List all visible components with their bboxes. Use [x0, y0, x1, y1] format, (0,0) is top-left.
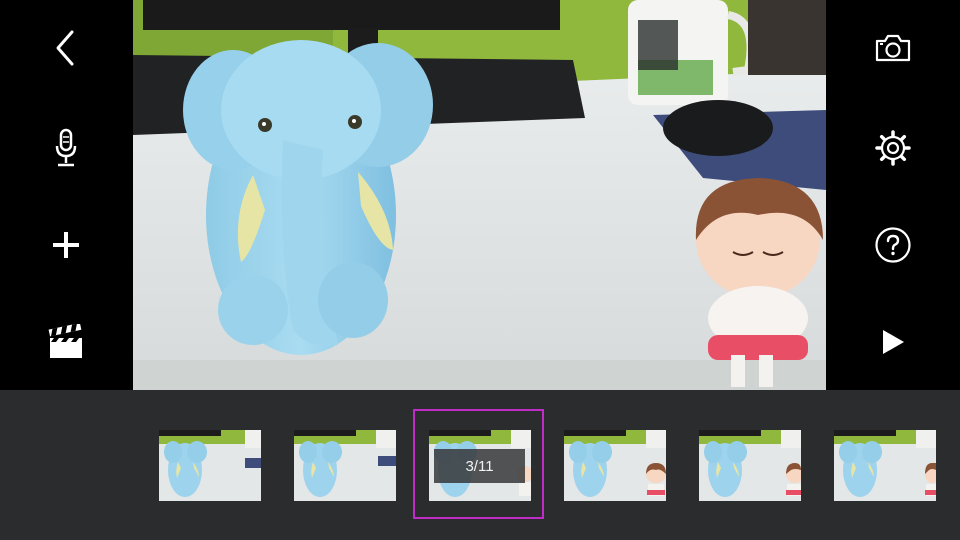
timeline-thumbnail-4[interactable]	[564, 430, 666, 501]
help-button[interactable]	[871, 224, 915, 266]
right-toolbar	[826, 0, 960, 390]
play-button[interactable]	[871, 322, 915, 362]
frame-counter: 3/11	[434, 449, 525, 483]
timeline-thumbnail-5[interactable]	[699, 430, 801, 501]
timeline-thumbnail-2[interactable]	[294, 430, 396, 501]
clapperboard-icon	[48, 324, 82, 358]
thumbnail-image	[564, 430, 666, 501]
thumbnail-image	[294, 430, 396, 501]
thumbnail-image	[699, 430, 801, 501]
help-icon	[875, 227, 911, 263]
microphone-icon	[55, 128, 77, 167]
capture-button[interactable]	[871, 28, 915, 68]
timeline-thumbnail-1[interactable]	[159, 430, 261, 501]
camera-preview[interactable]	[133, 0, 826, 390]
thumbnail-image	[159, 430, 261, 501]
plus-icon	[53, 232, 79, 258]
chevron-left-icon	[56, 30, 74, 66]
clapperboard-button[interactable]	[46, 322, 86, 362]
left-toolbar	[0, 0, 133, 390]
settings-button[interactable]	[871, 126, 915, 170]
gear-icon	[875, 130, 911, 166]
play-icon	[883, 330, 904, 354]
timeline-thumbnail-6[interactable]	[834, 430, 936, 501]
record-audio-button[interactable]	[46, 126, 86, 170]
thumbnail-image	[834, 430, 936, 501]
preview-image	[133, 0, 826, 390]
back-button[interactable]	[46, 28, 86, 68]
add-button[interactable]	[46, 225, 86, 265]
camera-icon	[875, 34, 911, 62]
